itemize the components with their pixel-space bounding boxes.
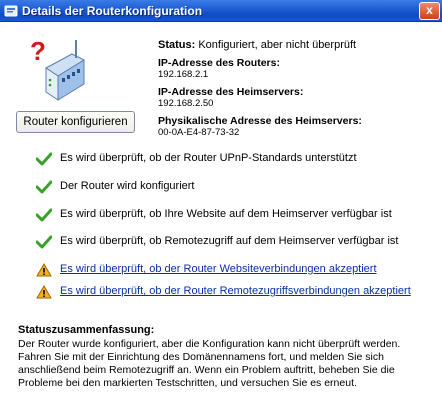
window-app-icon [4, 5, 18, 17]
summary-text: Der Router wurde konfiguriert, aber die … [18, 338, 401, 389]
check-link[interactable]: Es wird überprüft, ob der Router Website… [60, 263, 430, 276]
server-ip-value: 192.168.2.50 [158, 98, 214, 109]
check-text: Der Router wird konfiguriert [60, 180, 195, 192]
warning-icon [36, 263, 52, 277]
status-label: Status: [158, 39, 196, 51]
check-link[interactable]: Es wird überprüft, ob der Router Remotez… [60, 285, 430, 298]
svg-text:?: ? [30, 36, 46, 66]
title-bar: Details der Routerkonfiguration x [0, 0, 442, 22]
router-ip-label: IP-Adresse des Routers: [158, 57, 280, 69]
check-text: Es wird überprüft, ob der Router UPnP-St… [60, 152, 357, 164]
router-question-icon: ? [30, 36, 86, 101]
window-title: Details der Routerkonfiguration [22, 4, 203, 18]
summary-title: Statuszusammenfassung: [18, 324, 155, 336]
check-text: Es wird überprüft, ob Remotezugriff auf … [60, 235, 399, 247]
router-ip-value: 192.168.2.1 [158, 69, 209, 80]
server-mac-label: Physikalische Adresse des Heimservers: [158, 115, 362, 127]
close-button[interactable]: x [419, 2, 440, 20]
configure-router-button[interactable]: Router konfigurieren [16, 111, 135, 133]
status-summary: Statuszusammenfassung: Der Router wurde … [18, 324, 428, 390]
server-ip-label: IP-Adresse des Heimservers: [158, 86, 304, 98]
check-icon [36, 180, 52, 194]
check-icon [36, 208, 52, 222]
status-panel: Status: Konfiguriert, aber nicht überprü… [158, 39, 438, 138]
status-value: Konfiguriert, aber nicht überprüft [198, 39, 357, 51]
warning-icon [36, 285, 52, 299]
check-text: Es wird überprüft, ob Ihre Website auf d… [60, 208, 392, 220]
check-icon [36, 235, 52, 249]
close-icon: x [426, 3, 433, 17]
server-mac-value: 00-0A-E4-87-73-32 [158, 127, 240, 138]
status-line: Status: Konfiguriert, aber nicht überprü… [158, 39, 438, 51]
dialog-content: ? Router konfigurieren Status: Konfiguri… [0, 22, 442, 411]
check-icon [36, 152, 52, 166]
